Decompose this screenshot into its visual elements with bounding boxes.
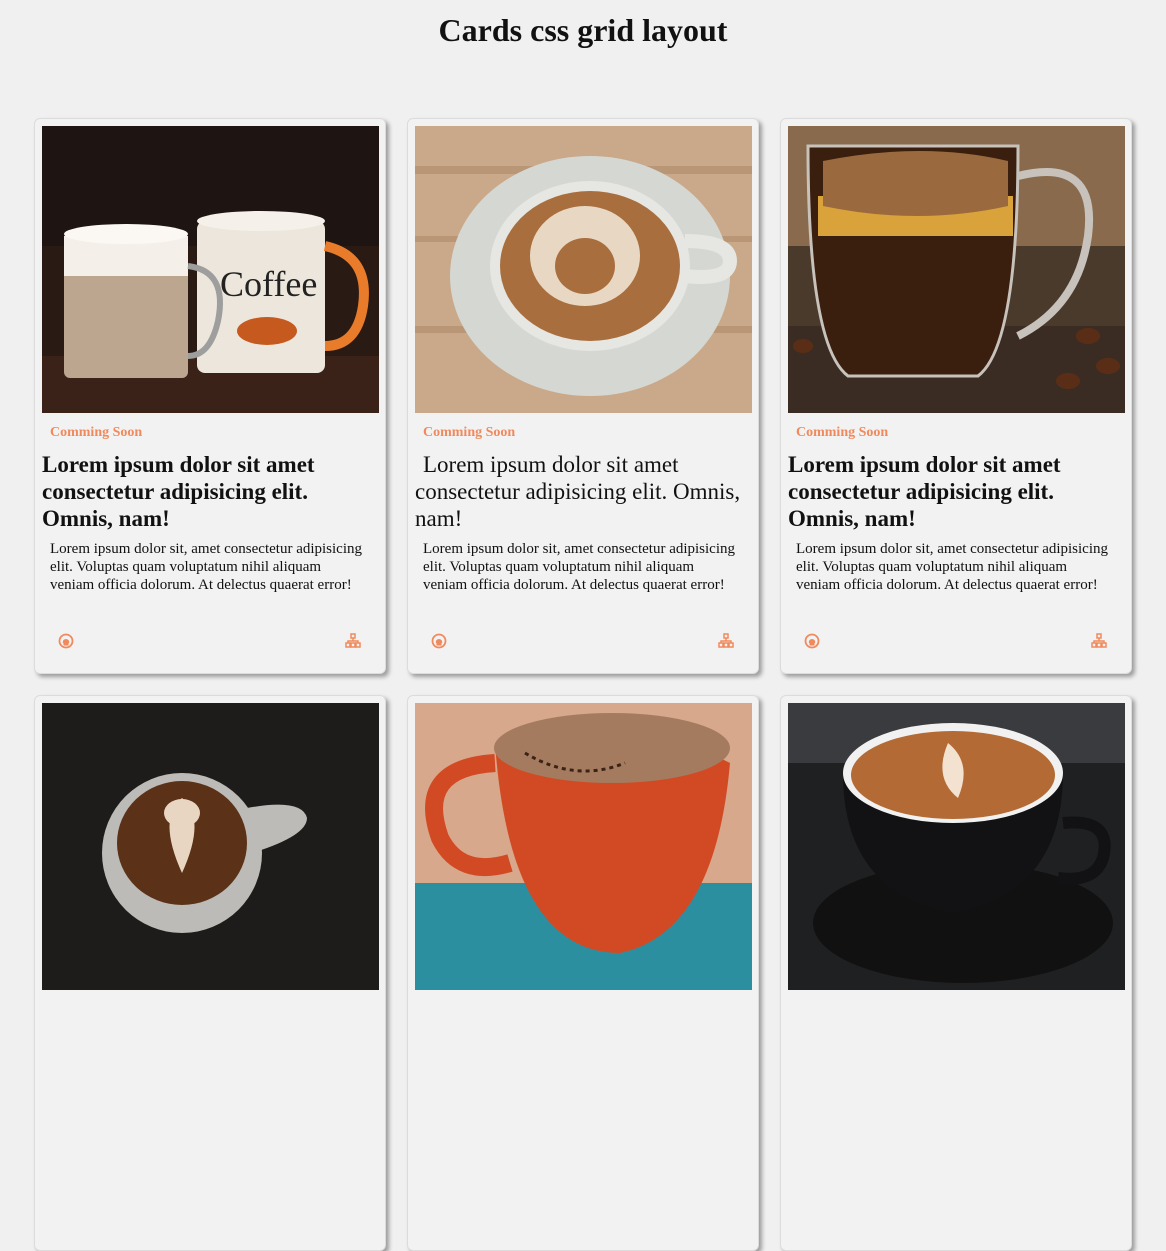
cards-grid: Coffee Comming Soon Lorem ipsum dolor si…: [34, 118, 1132, 1251]
github-icon[interactable]: [804, 633, 820, 649]
card-footer: [781, 633, 1131, 653]
github-icon[interactable]: [58, 633, 74, 649]
github-icon[interactable]: [431, 633, 447, 649]
card-image-glass-coffee: [788, 126, 1125, 413]
card-footer: [408, 633, 758, 653]
card: Comming Soon Lorem ipsum dolor sit amet …: [780, 118, 1132, 674]
card-title-text: Lorem ipsum dolor sit amet consectetur a…: [415, 452, 741, 531]
card: Coffee Comming Soon Lorem ipsum dolor si…: [34, 118, 386, 674]
card-image-latte-art: [415, 126, 752, 413]
sitemap-icon[interactable]: [1091, 633, 1107, 649]
card-image-dark-latte: [42, 703, 379, 990]
card-description: Lorem ipsum dolor sit, amet consectetur …: [50, 541, 363, 593]
card-image-black-cup: [788, 703, 1125, 990]
card: Comming Soon Lorem ipsum dolor sit amet …: [407, 118, 759, 674]
card-image-red-cup: [415, 703, 752, 990]
card: [407, 695, 759, 1251]
card-image-coffee-mugs: Coffee: [42, 126, 379, 413]
card-title: Lorem ipsum dolor sit amet consectetur a…: [788, 452, 1061, 531]
svg-text:Coffee: Coffee: [220, 264, 317, 304]
card-description: Lorem ipsum dolor sit, amet consectetur …: [423, 541, 736, 593]
page-title: Cards css grid layout: [438, 12, 728, 48]
card-footer: [35, 633, 385, 653]
card-title: Lorem ipsum dolor sit amet consectetur a…: [42, 452, 315, 531]
card-description: Lorem ipsum dolor sit, amet consectetur …: [796, 541, 1109, 593]
sitemap-icon[interactable]: [718, 633, 734, 649]
status-tag: Comming Soon: [423, 425, 516, 440]
card: [780, 695, 1132, 1251]
sitemap-icon[interactable]: [345, 633, 361, 649]
card-title: Lorem ipsum dolor sit amet consectetur a…: [415, 451, 751, 532]
status-tag: Comming Soon: [796, 425, 889, 440]
status-tag: Comming Soon: [50, 425, 143, 440]
card: [34, 695, 386, 1251]
